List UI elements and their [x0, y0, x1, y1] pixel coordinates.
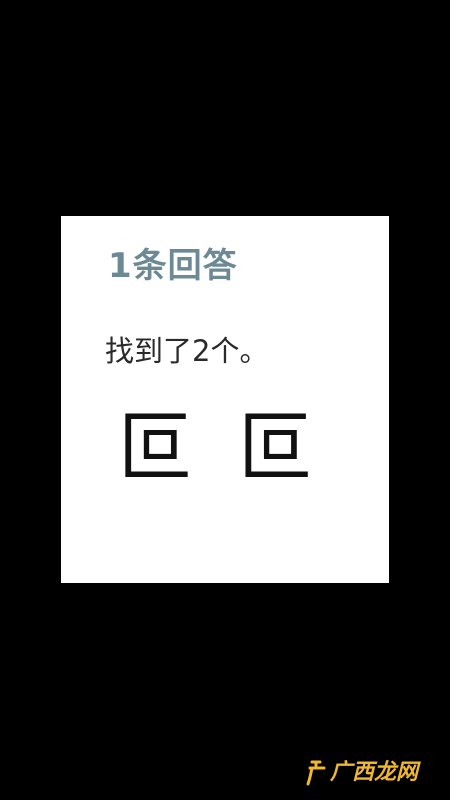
- answer-text: 找到了2个。: [105, 334, 269, 368]
- screen: 1条回答 找到了2个。 叵 叵 广西龙网: [0, 0, 450, 800]
- answer-card: 1条回答 找到了2个。 叵 叵: [61, 216, 389, 583]
- answer-count-label: 1条回答: [108, 246, 238, 286]
- answer-characters: 叵 叵: [117, 403, 324, 492]
- watermark-logo-icon: [306, 758, 328, 786]
- watermark: 广西龙网: [306, 754, 418, 786]
- watermark-text: 广西龙网: [329, 760, 418, 785]
